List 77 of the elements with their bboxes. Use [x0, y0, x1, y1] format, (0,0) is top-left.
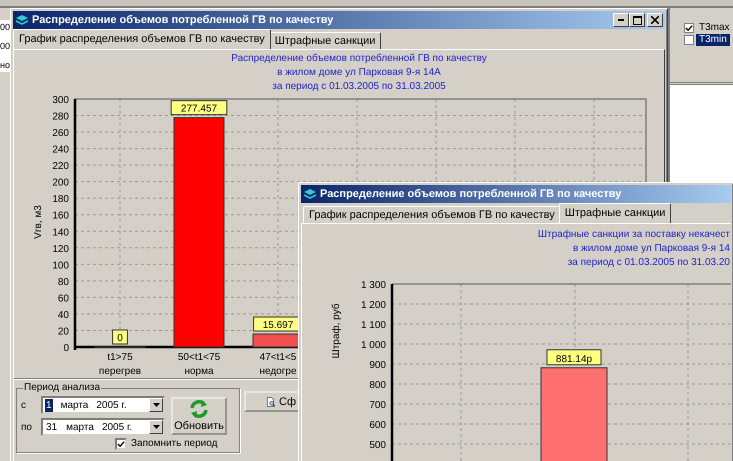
- category-label: 50<t1<75 норма: [178, 352, 220, 377]
- refresh-icon: [189, 400, 209, 418]
- day-segment[interactable]: 1: [45, 398, 53, 412]
- chart-title: Распределение объемов потребленной ГВ по качеству: [231, 52, 487, 66]
- dropdown-button[interactable]: [149, 420, 163, 434]
- window-title: Распределение объемов потребленной ГВ по качеству: [32, 14, 334, 26]
- value-label: 0: [112, 330, 128, 344]
- axis-label: 100: [52, 260, 69, 272]
- checkbox[interactable]: [684, 23, 694, 33]
- layers-icon: [303, 188, 317, 200]
- checkbox[interactable]: [684, 35, 694, 45]
- axis-label: 1 200: [360, 300, 386, 311]
- checkbox-label: Запомнить период: [131, 438, 218, 450]
- chart-title: за период с 01.03.2005 по 31.03.2005: [272, 80, 446, 94]
- axis-label: 140: [52, 227, 69, 238]
- axis-label: 1 100: [360, 320, 386, 331]
- layers-icon: [15, 14, 29, 26]
- axis-label: 60: [58, 293, 69, 304]
- caret-icon: [152, 425, 160, 429]
- caret-icon: [152, 403, 160, 407]
- window-title: Распределение объемов потребленной ГВ по качеству: [320, 188, 622, 200]
- axis-label: 120: [52, 244, 69, 255]
- axis-label: 260: [52, 128, 69, 140]
- tab[interactable]: Штрафные санкции: [268, 32, 382, 49]
- field-label: с: [21, 400, 27, 410]
- axis-label: 600: [369, 420, 386, 431]
- list-item[interactable]: T3max: [696, 22, 733, 34]
- axis-label: 800: [369, 380, 386, 391]
- date-field[interactable]: 1 марта 2005 г.: [41, 396, 165, 414]
- axis-title: Штраф, руб: [331, 304, 342, 358]
- axis-label: 1 000: [360, 340, 386, 351]
- axis-label: 40: [58, 310, 69, 321]
- tab[interactable]: График распределения объемов ГВ по качеству: [13, 29, 271, 49]
- axis-label: 180: [52, 194, 69, 206]
- axis-label: 700: [369, 400, 386, 411]
- month-segment[interactable]: марта: [60, 400, 88, 410]
- minimize-icon: [618, 19, 624, 21]
- axis-label: 1 300: [360, 280, 386, 291]
- axis-label: 80: [58, 276, 69, 288]
- group-title: Период анализа: [23, 382, 102, 394]
- value-label: 277.457: [170, 100, 228, 116]
- close-button[interactable]: [647, 13, 663, 27]
- year-segment[interactable]: 2005 г.: [96, 400, 127, 410]
- axis-label: 300: [52, 95, 69, 106]
- axis-label: 160: [52, 210, 69, 222]
- minimize-button[interactable]: [613, 13, 629, 27]
- field-label: по: [21, 422, 33, 432]
- month-segment[interactable]: марта: [66, 422, 94, 432]
- day-segment[interactable]: 31: [45, 420, 58, 434]
- dropdown-button[interactable]: [149, 398, 163, 412]
- close-icon: [651, 16, 659, 24]
- date-field[interactable]: 31 марта 2005 г.: [41, 418, 165, 436]
- field-fragment[interactable]: 00: [0, 39, 10, 53]
- axis-label: 240: [52, 144, 69, 156]
- tab[interactable]: Штрафные санкции: [558, 203, 672, 223]
- value-label: 881.14р: [546, 349, 602, 366]
- axis-title: Vгв, м3: [33, 205, 44, 239]
- axis-label: 900: [369, 360, 386, 371]
- chart-title: в жилом доме ул Парковая 9-я 14: [572, 242, 730, 256]
- axis-label: 20: [58, 326, 69, 338]
- maximize-button[interactable]: [629, 13, 645, 27]
- category-label: t1>75 перегрев: [98, 352, 142, 377]
- axis-label: 220: [52, 161, 69, 172]
- axis-label: 500: [369, 440, 386, 451]
- field-fragment[interactable]: 00: [0, 20, 10, 34]
- list-item[interactable]: T3min: [696, 34, 730, 46]
- category-label: 47<t1<5 недогре: [259, 352, 297, 377]
- axis-label: 200: [52, 178, 69, 189]
- chart-title: Штрафные санкции за поставку некачест: [538, 228, 730, 242]
- chart-title: в жилом доме ул Парковая 9-я 14А: [277, 66, 441, 80]
- axis-label: 0: [63, 343, 69, 354]
- year-segment[interactable]: 2005 г.: [102, 422, 132, 432]
- refresh-button[interactable]: Обновить: [171, 397, 227, 435]
- axis-label: 280: [52, 112, 69, 123]
- maximize-icon: [632, 16, 642, 24]
- field-fragment[interactable]: но: [0, 58, 10, 72]
- chart-title: за период с 01.03.2005 по 31.03.20: [568, 256, 730, 270]
